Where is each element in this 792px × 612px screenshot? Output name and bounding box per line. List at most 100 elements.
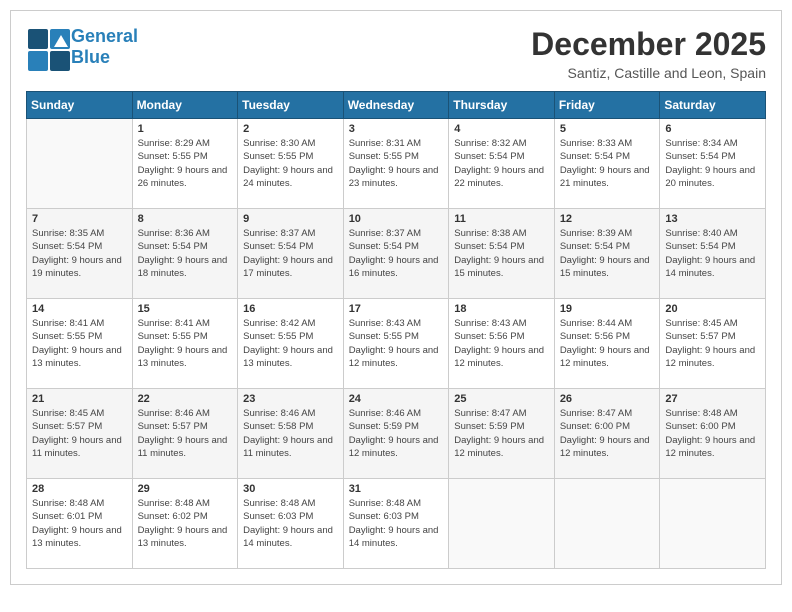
calendar-cell: 7 Sunrise: 8:35 AMSunset: 5:54 PMDaylight… [27, 209, 133, 299]
day-info: Sunrise: 8:47 AMSunset: 5:59 PMDaylight:… [454, 407, 549, 460]
day-number: 5 [560, 123, 655, 135]
logo-text: General Blue [71, 26, 138, 68]
day-info: Sunrise: 8:35 AMSunset: 5:54 PMDaylight:… [32, 227, 127, 280]
calendar-cell: 15 Sunrise: 8:41 AMSunset: 5:55 PMDayligh… [132, 299, 238, 389]
calendar-cell: 18 Sunrise: 8:43 AMSunset: 5:56 PMDayligh… [449, 299, 555, 389]
day-info: Sunrise: 8:44 AMSunset: 5:56 PMDaylight:… [560, 317, 655, 370]
day-info: Sunrise: 8:40 AMSunset: 5:54 PMDaylight:… [665, 227, 760, 280]
day-number: 16 [243, 303, 338, 315]
title-block: December 2025 Santiz, Castille and Leon,… [531, 26, 766, 81]
day-number: 14 [32, 303, 127, 315]
calendar-cell: 21Sunrise: 8:45 AMSunset: 5:57 PMDayligh… [27, 389, 133, 479]
day-info: Sunrise: 8:43 AMSunset: 5:56 PMDaylight:… [454, 317, 549, 370]
header-day: Monday [132, 92, 238, 119]
day-number: 13 [665, 213, 760, 225]
calendar-cell: 11 Sunrise: 8:38 AMSunset: 5:54 PMDayligh… [449, 209, 555, 299]
day-info: Sunrise: 8:43 AMSunset: 5:55 PMDaylight:… [349, 317, 444, 370]
day-number: 6 [665, 123, 760, 135]
logo-line2: Blue [71, 47, 110, 67]
day-info: Sunrise: 8:48 AMSunset: 6:02 PMDaylight:… [138, 497, 233, 550]
header-day: Friday [554, 92, 660, 119]
day-info: Sunrise: 8:32 AMSunset: 5:54 PMDaylight:… [454, 137, 549, 190]
page-subtitle: Santiz, Castille and Leon, Spain [531, 65, 766, 81]
day-number: 12 [560, 213, 655, 225]
day-number: 30 [243, 483, 338, 495]
day-number: 18 [454, 303, 549, 315]
day-number: 20 [665, 303, 760, 315]
day-number: 24 [349, 393, 444, 405]
calendar-cell: 5 Sunrise: 8:33 AMSunset: 5:54 PMDaylight… [554, 119, 660, 209]
header-day: Thursday [449, 92, 555, 119]
calendar-cell: 14 Sunrise: 8:41 AMSunset: 5:55 PMDayligh… [27, 299, 133, 389]
calendar-cell: 20 Sunrise: 8:45 AMSunset: 5:57 PMDayligh… [660, 299, 766, 389]
calendar-cell: 9Sunrise: 8:37 AMSunset: 5:54 PMDaylight… [238, 209, 344, 299]
day-info: Sunrise: 8:45 AMSunset: 5:57 PMDaylight:… [665, 317, 760, 370]
day-number: 3 [349, 123, 444, 135]
header: General Blue December 2025 Santiz, Casti… [26, 26, 766, 81]
day-number: 4 [454, 123, 549, 135]
day-number: 22 [138, 393, 233, 405]
calendar-week-row: 28 Sunrise: 8:48 AMSunset: 6:01 PMDayligh… [27, 479, 766, 569]
day-info: Sunrise: 8:30 AMSunset: 5:55 PMDaylight:… [243, 137, 338, 190]
header-day: Saturday [660, 92, 766, 119]
day-info: Sunrise: 8:42 AMSunset: 5:55 PMDaylight:… [243, 317, 338, 370]
calendar-cell: 27 Sunrise: 8:48 AMSunset: 6:00 PMDayligh… [660, 389, 766, 479]
calendar-cell: 29 Sunrise: 8:48 AMSunset: 6:02 PMDayligh… [132, 479, 238, 569]
calendar-cell: 31 Sunrise: 8:48 AMSunset: 6:03 PMDayligh… [343, 479, 449, 569]
day-number: 2 [243, 123, 338, 135]
calendar-page: General Blue December 2025 Santiz, Casti… [10, 10, 782, 585]
day-info: Sunrise: 8:41 AMSunset: 5:55 PMDaylight:… [138, 317, 233, 370]
header-day: Wednesday [343, 92, 449, 119]
day-number: 25 [454, 393, 549, 405]
calendar-cell: 16 Sunrise: 8:42 AMSunset: 5:55 PMDayligh… [238, 299, 344, 389]
day-number: 11 [454, 213, 549, 225]
calendar-cell: 8Sunrise: 8:36 AMSunset: 5:54 PMDaylight… [132, 209, 238, 299]
calendar-cell [27, 119, 133, 209]
day-number: 7 [32, 213, 127, 225]
day-number: 19 [560, 303, 655, 315]
day-number: 31 [349, 483, 444, 495]
day-info: Sunrise: 8:46 AMSunset: 5:58 PMDaylight:… [243, 407, 338, 460]
day-info: Sunrise: 8:38 AMSunset: 5:54 PMDaylight:… [454, 227, 549, 280]
calendar-cell: 24Sunrise: 8:46 AMSunset: 5:59 PMDayligh… [343, 389, 449, 479]
calendar-cell [554, 479, 660, 569]
calendar-cell: 13 Sunrise: 8:40 AMSunset: 5:54 PMDayligh… [660, 209, 766, 299]
calendar-cell: 4 Sunrise: 8:32 AMSunset: 5:54 PMDaylight… [449, 119, 555, 209]
day-number: 15 [138, 303, 233, 315]
day-info: Sunrise: 8:45 AMSunset: 5:57 PMDaylight:… [32, 407, 127, 460]
page-title: December 2025 [531, 26, 766, 63]
day-info: Sunrise: 8:48 AMSunset: 6:01 PMDaylight:… [32, 497, 127, 550]
header-row: SundayMondayTuesdayWednesdayThursdayFrid… [27, 92, 766, 119]
calendar-cell [449, 479, 555, 569]
day-number: 9 [243, 213, 338, 225]
logo-icon [26, 27, 66, 67]
calendar-cell: 26 Sunrise: 8:47 AMSunset: 6:00 PMDayligh… [554, 389, 660, 479]
header-day: Sunday [27, 92, 133, 119]
day-info: Sunrise: 8:41 AMSunset: 5:55 PMDaylight:… [32, 317, 127, 370]
calendar-cell: 2 Sunrise: 8:30 AMSunset: 5:55 PMDaylight… [238, 119, 344, 209]
day-info: Sunrise: 8:31 AMSunset: 5:55 PMDaylight:… [349, 137, 444, 190]
day-info: Sunrise: 8:47 AMSunset: 6:00 PMDaylight:… [560, 407, 655, 460]
calendar-cell: 1Sunrise: 8:29 AMSunset: 5:55 PMDaylight… [132, 119, 238, 209]
day-number: 17 [349, 303, 444, 315]
calendar-cell: 25 Sunrise: 8:47 AMSunset: 5:59 PMDayligh… [449, 389, 555, 479]
calendar-week-row: 1Sunrise: 8:29 AMSunset: 5:55 PMDaylight… [27, 119, 766, 209]
day-info: Sunrise: 8:34 AMSunset: 5:54 PMDaylight:… [665, 137, 760, 190]
day-number: 29 [138, 483, 233, 495]
day-number: 10 [349, 213, 444, 225]
day-info: Sunrise: 8:48 AMSunset: 6:03 PMDaylight:… [349, 497, 444, 550]
calendar-cell: 22Sunrise: 8:46 AMSunset: 5:57 PMDayligh… [132, 389, 238, 479]
day-info: Sunrise: 8:33 AMSunset: 5:54 PMDaylight:… [560, 137, 655, 190]
day-number: 8 [138, 213, 233, 225]
day-info: Sunrise: 8:48 AMSunset: 6:00 PMDaylight:… [665, 407, 760, 460]
calendar-cell: 10Sunrise: 8:37 AMSunset: 5:54 PMDayligh… [343, 209, 449, 299]
day-number: 23 [243, 393, 338, 405]
day-number: 27 [665, 393, 760, 405]
day-info: Sunrise: 8:48 AMSunset: 6:03 PMDaylight:… [243, 497, 338, 550]
calendar-week-row: 7 Sunrise: 8:35 AMSunset: 5:54 PMDaylight… [27, 209, 766, 299]
logo: General Blue [26, 26, 138, 68]
day-number: 28 [32, 483, 127, 495]
calendar-cell: 30 Sunrise: 8:48 AMSunset: 6:03 PMDayligh… [238, 479, 344, 569]
day-info: Sunrise: 8:39 AMSunset: 5:54 PMDaylight:… [560, 227, 655, 280]
day-number: 26 [560, 393, 655, 405]
